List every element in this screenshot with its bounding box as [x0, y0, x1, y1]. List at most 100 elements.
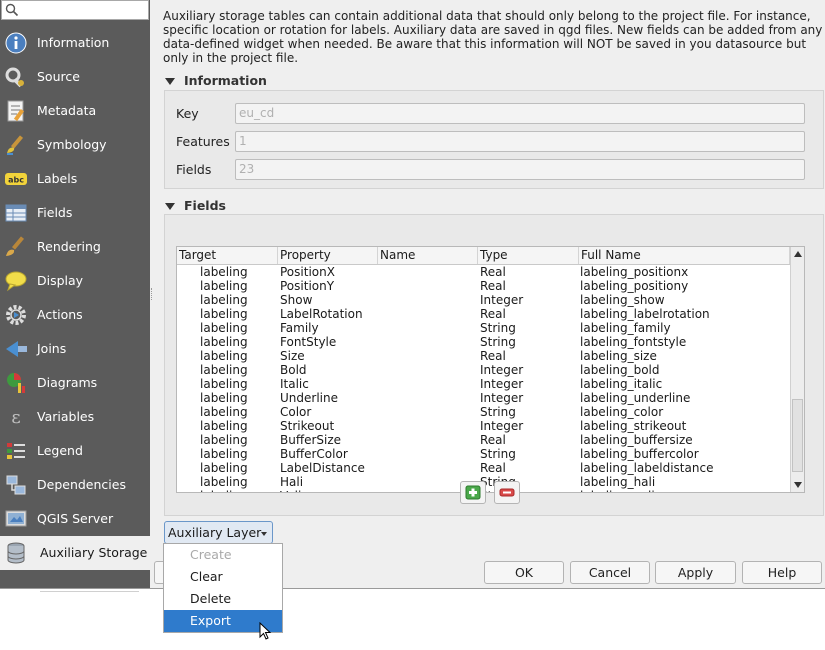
table-row[interactable]: labeling FontStyle String labeling_fontstyl… [177, 335, 790, 349]
table-cell: labeling_buffercolor [580, 447, 699, 461]
table-cell: Integer [480, 391, 524, 405]
legend-icon [7, 443, 25, 459]
menu-item-clear[interactable]: Clear [164, 566, 282, 588]
features-field: 1 [235, 131, 805, 152]
sidebar-item-source[interactable]: Source [0, 60, 150, 94]
rendering-brush-icon [6, 236, 25, 256]
table-cell: labeling [200, 447, 248, 461]
table-row[interactable]: labeling PositionX Real labeling_positionx [177, 265, 790, 279]
sidebar-item-symbology[interactable]: Symbology [0, 128, 150, 162]
sidebar-item-label: Diagrams [37, 375, 98, 390]
ok-button[interactable]: OK [484, 561, 564, 584]
sidebar-item-display[interactable]: Display [0, 264, 150, 298]
table-row[interactable]: labeling Color String labeling_color [177, 405, 790, 419]
table-cell: BufferSize [280, 433, 342, 447]
add-field-button[interactable] [460, 481, 486, 504]
cancel-button[interactable]: Cancel [570, 561, 650, 584]
table-cell: Vali [280, 489, 301, 492]
scroll-up-arrow-icon[interactable] [794, 251, 802, 257]
table-row[interactable]: labeling Family String labeling_family [177, 321, 790, 335]
fields-group-toggle[interactable]: Fields [165, 198, 226, 213]
table-row[interactable]: labeling Italic Integer labeling_italic [177, 377, 790, 391]
sidebar-item-auxiliary-storage[interactable]: Auxiliary Storage [0, 536, 150, 570]
table-row[interactable]: labeling Strikeout Integer labeling_strikeo… [177, 419, 790, 433]
table-row[interactable]: labeling Bold Integer labeling_bold [177, 363, 790, 377]
table-row[interactable]: labeling Size Real labeling_size [177, 349, 790, 363]
background-divider [40, 591, 139, 592]
fields-group: Target Property Name Type Full Name labe… [164, 214, 824, 516]
help-button[interactable]: Help [742, 561, 822, 584]
sidebar-item-diagrams[interactable]: Diagrams [0, 366, 150, 400]
column-header-full-name[interactable]: Full Name [579, 247, 790, 264]
sidebar-item-qgis-server[interactable]: QGIS Server [0, 502, 150, 536]
table-row[interactable]: labeling LabelDistance Real labeling_labeld… [177, 461, 790, 475]
table-cell: Real [480, 307, 506, 321]
table-cell: String [480, 447, 516, 461]
table-cell: labeling [200, 293, 248, 307]
information-group-toggle[interactable]: Information [165, 73, 267, 88]
table-cell: labeling [200, 405, 248, 419]
table-cell: LabelDistance [280, 461, 365, 475]
table-cell: labeling_buffersize [580, 433, 693, 447]
sidebar-item-label: Display [37, 273, 84, 288]
sidebar-item-fields[interactable]: Fields [0, 196, 150, 230]
add-plus-icon [465, 485, 481, 500]
menu-item-delete[interactable]: Delete [164, 588, 282, 610]
column-header-name[interactable]: Name [378, 247, 478, 264]
diagrams-icon [7, 373, 25, 393]
information-group-title: Information [184, 73, 267, 88]
sidebar-item-information[interactable]: Information [0, 26, 150, 60]
table-row[interactable]: labeling PositionY Real labeling_positiony [177, 279, 790, 293]
fields-label: Fields [176, 162, 212, 177]
svg-text:abc: abc [8, 176, 24, 185]
key-field: eu_cd [235, 103, 805, 124]
table-row[interactable]: labeling Underline Integer labeling_underli… [177, 391, 790, 405]
table-row[interactable]: labeling Show Integer labeling_show [177, 293, 790, 307]
table-cell: labeling_hali [580, 475, 656, 489]
table-cell: labeling_positiony [580, 279, 689, 293]
sidebar-item-label: Information [37, 35, 110, 50]
sidebar-item-label: Symbology [37, 137, 107, 152]
table-cell: labeling [200, 363, 248, 377]
info-icon [5, 32, 27, 54]
remove-field-button[interactable] [494, 481, 520, 504]
search-input[interactable] [1, 0, 149, 20]
scroll-down-arrow-icon[interactable] [794, 482, 802, 488]
sidebar-item-dependencies[interactable]: Dependencies [0, 468, 150, 502]
table-cell: String [480, 405, 516, 419]
table-cell: Size [280, 349, 305, 363]
fields-table-icon [5, 204, 27, 222]
table-cell: FontStyle [280, 335, 337, 349]
table-cell: labeling_italic [580, 377, 663, 391]
table-cell: labeling [200, 321, 248, 335]
column-header-target[interactable]: Target [177, 247, 278, 264]
scrollbar-thumb[interactable] [792, 399, 803, 472]
sidebar-item-joins[interactable]: Joins [0, 332, 150, 366]
table-row[interactable]: labeling LabelRotation Real labeling_labelr… [177, 307, 790, 321]
sidebar-item-legend[interactable]: Legend [0, 434, 150, 468]
table-cell: Hali [280, 475, 304, 489]
sidebar-item-variables[interactable]: ε Variables [0, 400, 150, 434]
sidebar: Information Source Metadata Symbology ab… [0, 0, 150, 588]
sidebar-item-label: Actions [37, 307, 83, 322]
table-cell: Underline [280, 391, 338, 405]
auxiliary-layer-button[interactable]: Auxiliary Layer [164, 521, 273, 544]
sidebar-item-rendering[interactable]: Rendering [0, 230, 150, 264]
sidebar-item-actions[interactable]: Actions [0, 298, 150, 332]
vertical-scrollbar[interactable] [790, 247, 804, 492]
table-cell: labeling [200, 433, 248, 447]
table-cell: Real [480, 349, 506, 363]
table-row[interactable]: labeling BufferSize Real labeling_buffersiz… [177, 433, 790, 447]
table-row[interactable]: labeling BufferColor String labeling_buffer… [177, 447, 790, 461]
column-header-type[interactable]: Type [478, 247, 579, 264]
metadata-icon [7, 100, 25, 122]
column-header-property[interactable]: Property [278, 247, 378, 264]
sidebar-item-labels[interactable]: abc Labels [0, 162, 150, 196]
apply-button[interactable]: Apply [655, 561, 736, 584]
table-cell: BufferColor [280, 447, 348, 461]
table-cell: labeling [200, 265, 248, 279]
sidebar-item-label: Labels [37, 171, 78, 186]
table-cell: labeling [200, 419, 248, 433]
key-label: Key [176, 106, 199, 121]
sidebar-item-metadata[interactable]: Metadata [0, 94, 150, 128]
